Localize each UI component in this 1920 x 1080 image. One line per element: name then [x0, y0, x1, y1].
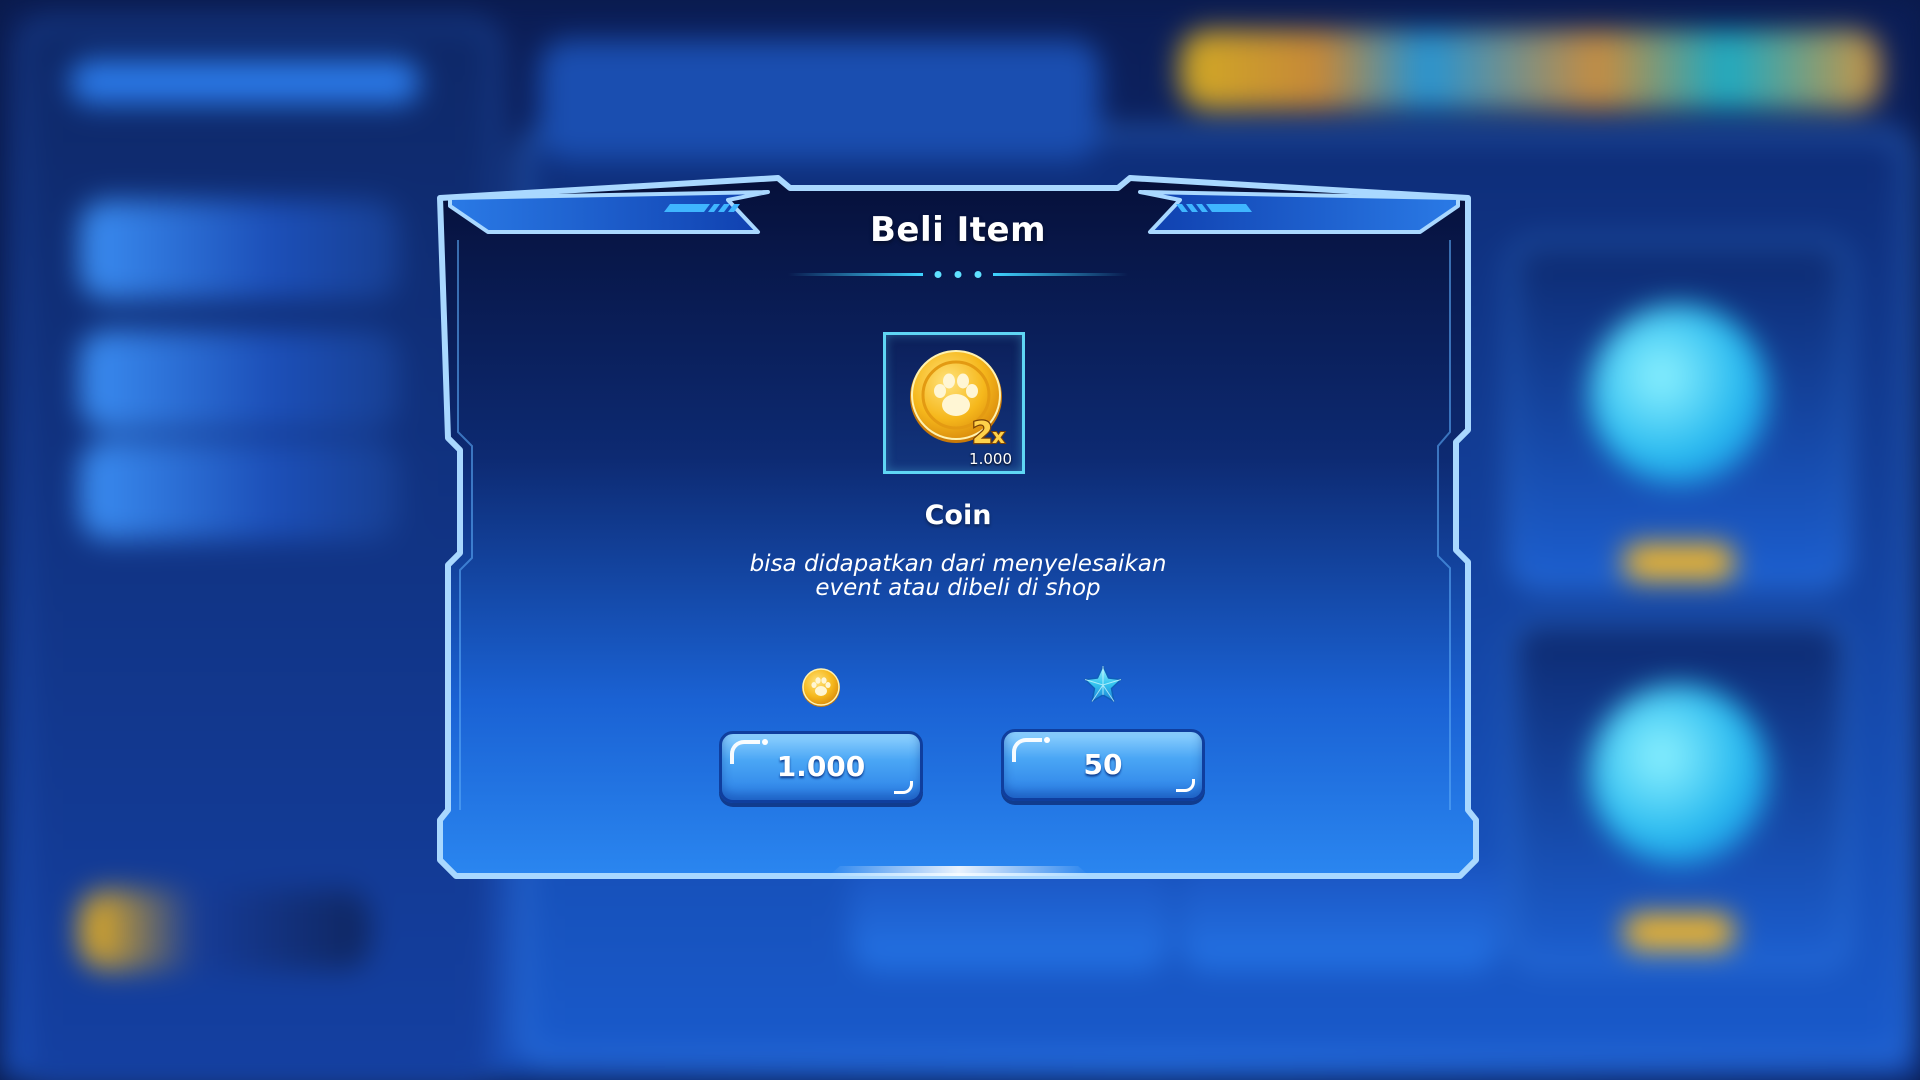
dialog-title: Beli Item: [869, 210, 1046, 250]
background-left-card: [80, 440, 400, 540]
button-gloss: [762, 739, 768, 745]
background-gold-bar: [1624, 544, 1734, 580]
background-currency-bar: [1180, 30, 1880, 110]
background-orb: [1589, 684, 1769, 864]
buy-with-gem-button[interactable]: 50: [1001, 729, 1205, 801]
background-left-card: [80, 330, 400, 430]
background-shop-card: [1510, 240, 1848, 588]
background-left-title-bar: [70, 60, 420, 104]
price-option-gem: 50: [1001, 663, 1205, 801]
buy-item-dialog: Beli Item 2 x 1.000 Coin bisa didapatkan…: [428, 170, 1488, 880]
buy-with-coin-button[interactable]: 1.000: [719, 731, 923, 803]
title-divider: [788, 271, 1128, 278]
background-orb: [1589, 304, 1769, 484]
item-name: Coin: [924, 500, 992, 531]
coin-price-label: 1.000: [776, 750, 866, 783]
item-description-line: event atau dibeli di shop: [815, 575, 1101, 601]
item-slot: 2 x 1.000: [883, 332, 1025, 474]
background-gold-bar: [1624, 914, 1734, 950]
background-left-card: [80, 200, 400, 300]
button-gloss: [1012, 738, 1042, 762]
blue-star-gem-icon: [1084, 665, 1122, 703]
paw-coin-icon: [802, 668, 840, 707]
button-gloss: [1176, 779, 1195, 792]
button-gloss: [894, 781, 913, 794]
background-top-tab: [540, 40, 1100, 160]
item-description-line: bisa didapatkan dari menyelesaikan: [749, 551, 1167, 577]
price-option-coin: 1.000: [719, 665, 923, 803]
game-screen: Beli Item 2 x 1.000 Coin bisa didapatkan…: [0, 0, 1920, 1080]
button-gloss: [1044, 737, 1050, 743]
background-left-currency: [80, 890, 370, 970]
background-shop-card: [1510, 620, 1848, 968]
item-quantity: 1.000: [969, 450, 1012, 468]
item-description: bisa didapatkan dari menyelesaikan event…: [708, 552, 1208, 600]
gem-price-label: 50: [1083, 748, 1123, 781]
paw-coin-2x-icon: 2 x: [910, 350, 1006, 451]
button-gloss: [730, 740, 760, 764]
svg-text:2: 2: [972, 416, 993, 451]
svg-text:x: x: [992, 424, 1005, 448]
